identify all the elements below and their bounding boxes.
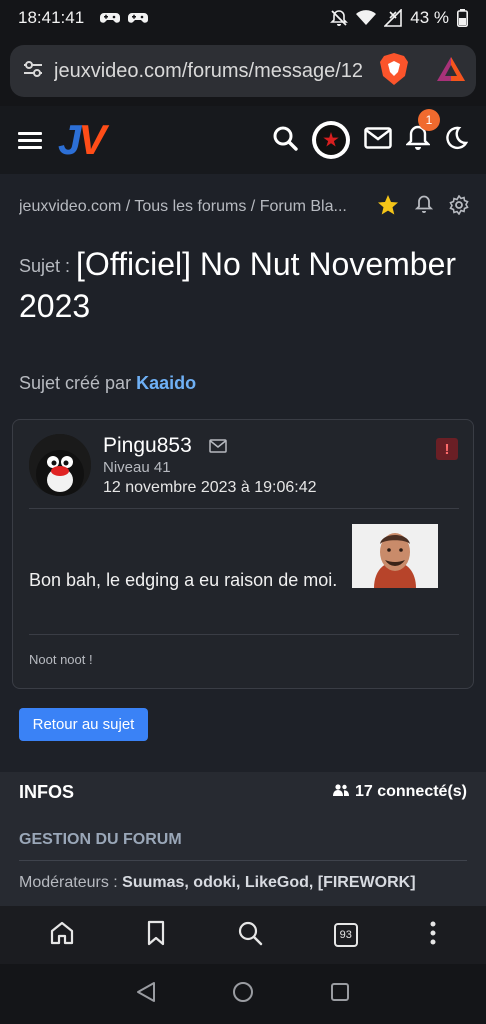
user-avatar[interactable] <box>312 121 350 159</box>
moderators-names[interactable]: Suumas, odoki, LikeGod, [FIREWORK] <box>122 874 415 891</box>
gamepad-icon <box>128 10 149 26</box>
topic-title-text: [Officiel] No Nut November 2023 <box>19 246 457 324</box>
bookmark-icon[interactable] <box>146 920 166 951</box>
report-button[interactable]: ! <box>436 438 458 460</box>
topic-title: Sujet : [Officiel] No Nut November 2023 <box>19 244 474 326</box>
url-text[interactable]: jeuxvideo.com/forums/message/12 <box>54 60 369 83</box>
site-settings-icon[interactable] <box>22 59 44 84</box>
forum-management-heading: GESTION DU FORUM <box>19 831 182 848</box>
topic-prefix: Sujet : <box>19 256 71 276</box>
gamepad-icon <box>100 10 121 26</box>
dark-mode-icon[interactable] <box>444 126 469 155</box>
more-menu-icon[interactable] <box>429 921 437 950</box>
notification-badge: 1 <box>418 108 440 131</box>
site-header: JV 1 <box>0 106 486 174</box>
brave-shields-icon[interactable] <box>379 52 409 91</box>
browser-toolbar: jeuxvideo.com/forums/message/12 <box>0 36 486 106</box>
message-date[interactable]: 12 novembre 2023 à 19:06:42 <box>103 479 317 497</box>
menu-icon[interactable] <box>18 128 42 153</box>
created-by-label: Sujet créé par <box>19 373 132 393</box>
infos-title: INFOS <box>19 782 75 802</box>
home-circle-icon[interactable] <box>232 981 254 1008</box>
message-signature: Noot noot ! <box>29 652 93 667</box>
message-card: Pingu853 Niveau 41 12 novembre 2023 à 19… <box>12 419 474 689</box>
moderators-label: Modérateurs : <box>19 874 118 891</box>
users-icon <box>332 783 349 801</box>
moderators-line: Modérateurs : Suumas, odoki, LikeGod, [F… <box>19 874 416 892</box>
author-avatar[interactable] <box>29 434 91 496</box>
recents-icon[interactable] <box>330 982 350 1007</box>
tab-switcher-button[interactable]: 93 <box>333 923 358 947</box>
message-body: Bon bah, le edging a eu raison de moi. <box>29 570 338 590</box>
breadcrumb-row: jeuxvideo.com / Tous les forums / Forum … <box>19 193 469 221</box>
status-bar: 18:41:41 43 % <box>0 0 486 36</box>
search-icon[interactable] <box>237 920 263 951</box>
favorite-star-icon[interactable] <box>377 194 399 221</box>
connected-users[interactable]: 17 connecté(s) <box>332 783 467 801</box>
topic-author-link[interactable]: Kaaido <box>136 373 196 393</box>
address-bar[interactable]: jeuxvideo.com/forums/message/12 <box>10 45 476 97</box>
message-sticker-image[interactable] <box>352 524 438 588</box>
battery-icon <box>457 9 468 27</box>
divider <box>19 860 467 861</box>
message-author[interactable]: Pingu853 <box>103 434 192 458</box>
search-icon[interactable] <box>272 125 298 156</box>
brave-rewards-icon[interactable] <box>436 55 466 88</box>
browser-bottom-nav: 93 <box>0 906 486 964</box>
signal-icon <box>384 9 403 27</box>
system-navigation-bar <box>0 964 486 1024</box>
notifications-button[interactable]: 1 <box>405 108 440 156</box>
send-mail-icon[interactable] <box>209 439 227 458</box>
divider <box>29 508 459 509</box>
divider <box>29 634 459 635</box>
back-icon[interactable] <box>136 981 156 1008</box>
status-time: 18:41:41 <box>18 8 85 27</box>
topic-created-by: Sujet créé par Kaaido <box>19 373 196 394</box>
breadcrumb[interactable]: jeuxvideo.com / Tous les forums / Forum … <box>19 198 355 216</box>
mute-notifications-icon <box>330 9 349 27</box>
back-to-topic-button[interactable]: Retour au sujet <box>19 708 148 741</box>
battery-percent: 43 % <box>410 8 449 27</box>
home-icon[interactable] <box>49 920 75 951</box>
connected-count: 17 connecté(s) <box>354 783 467 800</box>
mail-icon[interactable] <box>364 126 392 154</box>
site-logo[interactable]: JV <box>58 119 106 161</box>
settings-gear-icon[interactable] <box>449 194 469 220</box>
infos-section: INFOS 17 connecté(s) GESTION DU FORUM Mo… <box>0 772 486 906</box>
wifi-icon <box>356 10 377 26</box>
author-level: Niveau 41 <box>103 459 171 476</box>
subscribe-bell-icon[interactable] <box>414 195 434 220</box>
